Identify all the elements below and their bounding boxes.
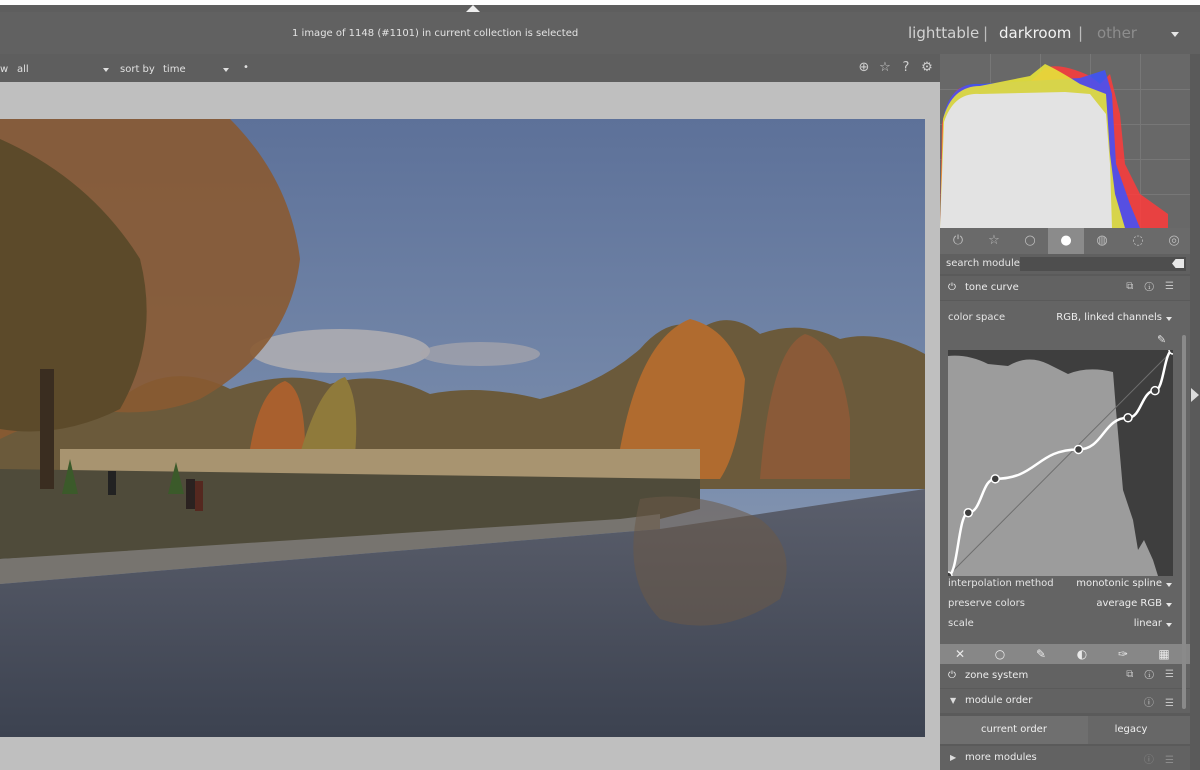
module-header-icons[interactable]: ⧉ ⓘ ☰ bbox=[1126, 669, 1178, 680]
preserve-colors-row[interactable]: preserve colors average RGB bbox=[948, 596, 1174, 612]
chevron-down-icon[interactable] bbox=[1166, 623, 1172, 627]
more-modules-header[interactable]: ▶ more modules ⓘ ☰ bbox=[940, 746, 1190, 770]
color-space-label: color space bbox=[948, 312, 1006, 323]
drawn-mask-toolbar: ✕ ○ ✎ ◐ ✑ ▦ bbox=[940, 644, 1190, 664]
color-picker-icon[interactable]: ✎ bbox=[1157, 333, 1166, 346]
curve-node[interactable] bbox=[1150, 385, 1160, 396]
color-icon[interactable]: ◍ bbox=[1084, 228, 1120, 254]
tone-icon[interactable]: ● bbox=[1048, 228, 1084, 254]
edited-photo[interactable] bbox=[0, 119, 925, 737]
more-modules-title: more modules bbox=[965, 752, 1037, 763]
help-icon[interactable]: ? bbox=[898, 60, 914, 76]
top-edge-bar bbox=[0, 0, 1200, 5]
zone-system-power-icon[interactable]: ⏻ bbox=[948, 670, 956, 681]
zone-system-title: zone system bbox=[965, 670, 1029, 681]
tone-curve-header[interactable]: ⏻ tone curve ⧉ ⓘ ☰ bbox=[940, 276, 1190, 300]
scale-label: scale bbox=[948, 618, 974, 629]
base-circle-icon[interactable]: ○ bbox=[1012, 228, 1048, 254]
view-separator: | bbox=[1078, 24, 1084, 42]
curve-node[interactable] bbox=[1123, 413, 1133, 423]
sort-by-label: sort by bbox=[120, 64, 155, 75]
grouping-icon[interactable]: ⊕ bbox=[856, 60, 872, 76]
tone-curve-graph[interactable] bbox=[943, 345, 1178, 581]
top-panel-toggle-arrow-icon[interactable] bbox=[466, 5, 480, 12]
curve-node[interactable] bbox=[1073, 444, 1084, 455]
sort-select-value[interactable]: time bbox=[163, 64, 186, 75]
power-icon[interactable]: ⏻ bbox=[940, 228, 976, 254]
histogram[interactable] bbox=[940, 54, 1190, 228]
sort-order-toggle[interactable]: • bbox=[243, 62, 249, 73]
chevron-down-icon[interactable] bbox=[1166, 317, 1172, 321]
module-order-title: module order bbox=[965, 695, 1033, 706]
checker-mask-icon[interactable]: ▦ bbox=[1144, 644, 1184, 664]
selection-status-text: 1 image of 1148 (#1101) in current colle… bbox=[292, 28, 579, 39]
filter-bar: w all sort by time • ⊕ ☆ ? ⚙ bbox=[0, 54, 940, 82]
tone-curve-title: tone curve bbox=[965, 282, 1019, 293]
scale-value[interactable]: linear bbox=[1134, 618, 1162, 629]
panel-scrollbar[interactable] bbox=[1182, 335, 1186, 709]
color-space-row[interactable]: color space RGB, linked channels bbox=[948, 310, 1174, 326]
interpolation-method-row[interactable]: interpolation method monotonic spline bbox=[948, 576, 1174, 592]
view-separator: | bbox=[983, 24, 989, 42]
star-icon[interactable]: ☆ bbox=[877, 60, 893, 76]
tone-curve-power-icon[interactable]: ⏻ bbox=[948, 282, 956, 293]
expand-triangle-right-icon[interactable]: ▶ bbox=[950, 753, 956, 762]
preserve-colors-label: preserve colors bbox=[948, 598, 1025, 609]
preferences-gear-icon[interactable]: ⚙ bbox=[919, 60, 935, 76]
module-order-buttons: current order legacy bbox=[940, 716, 1190, 744]
darkroom-center-view bbox=[0, 82, 940, 770]
current-order-button[interactable]: current order bbox=[940, 716, 1088, 744]
curve-node[interactable] bbox=[963, 507, 973, 518]
chevron-down-icon[interactable] bbox=[1166, 603, 1172, 607]
view-darkroom-link[interactable]: darkroom bbox=[999, 24, 1071, 42]
zone-system-header[interactable]: ⏻ zone system ⧉ ⓘ ☰ bbox=[940, 664, 1190, 688]
histogram-graph bbox=[940, 64, 1168, 228]
path-mask-icon[interactable]: ✑ bbox=[1103, 644, 1143, 664]
color-space-value[interactable]: RGB, linked channels bbox=[1056, 312, 1162, 323]
right-panel-toggle-arrow-icon[interactable] bbox=[1191, 388, 1199, 402]
scale-row[interactable]: scale linear bbox=[948, 616, 1174, 632]
view-filter-label: w bbox=[0, 64, 9, 75]
module-order-header[interactable]: ▼ module order ⓘ ☰ bbox=[940, 689, 1190, 713]
close-icon[interactable]: ✕ bbox=[940, 644, 980, 664]
preserve-colors-value[interactable]: average RGB bbox=[1096, 598, 1162, 609]
view-lighttable-link[interactable]: lighttable bbox=[908, 24, 979, 42]
sort-chevron-down-icon[interactable] bbox=[223, 68, 229, 72]
view-other-link[interactable]: other bbox=[1097, 24, 1137, 42]
photo-render bbox=[0, 119, 925, 737]
search-module-input[interactable] bbox=[1020, 257, 1186, 271]
legacy-order-button[interactable]: legacy bbox=[1088, 716, 1174, 744]
chevron-down-icon[interactable] bbox=[1166, 583, 1172, 587]
gradient-mask-icon[interactable]: ◐ bbox=[1062, 644, 1102, 664]
effect-icon[interactable]: ◎ bbox=[1156, 228, 1192, 254]
brush-mask-icon[interactable]: ✎ bbox=[1021, 644, 1061, 664]
module-header-icons[interactable]: ⓘ ☰ bbox=[1144, 694, 1178, 709]
curve-node[interactable] bbox=[990, 474, 1000, 484]
view-dropdown-chevron-down-icon[interactable] bbox=[1171, 32, 1179, 37]
module-header-icons[interactable]: ⧉ ⓘ ☰ bbox=[1126, 281, 1178, 292]
interpolation-method-value[interactable]: monotonic spline bbox=[1076, 578, 1162, 589]
module-group-tabs: ⏻ ☆ ○ ● ◍ ◌ ◎ bbox=[940, 228, 1190, 254]
favorite-star-icon[interactable]: ☆ bbox=[976, 228, 1012, 254]
interpolation-method-label: interpolation method bbox=[948, 578, 1054, 589]
expand-triangle-down-icon[interactable]: ▼ bbox=[950, 696, 956, 705]
module-search-row: search module bbox=[940, 254, 1190, 274]
right-panel: ⏻ ☆ ○ ● ◍ ◌ ◎ search module ⏻ tone curve… bbox=[940, 54, 1200, 770]
correct-icon[interactable]: ◌ bbox=[1120, 228, 1156, 254]
circle-mask-icon[interactable]: ○ bbox=[980, 644, 1020, 664]
search-module-label: search module bbox=[946, 258, 1020, 269]
filter-select-value[interactable]: all bbox=[17, 64, 29, 75]
module-header-icons: ⓘ ☰ bbox=[1143, 755, 1178, 766]
filter-chevron-down-icon[interactable] bbox=[103, 68, 109, 72]
tone-curve-canvas[interactable] bbox=[943, 345, 1178, 581]
